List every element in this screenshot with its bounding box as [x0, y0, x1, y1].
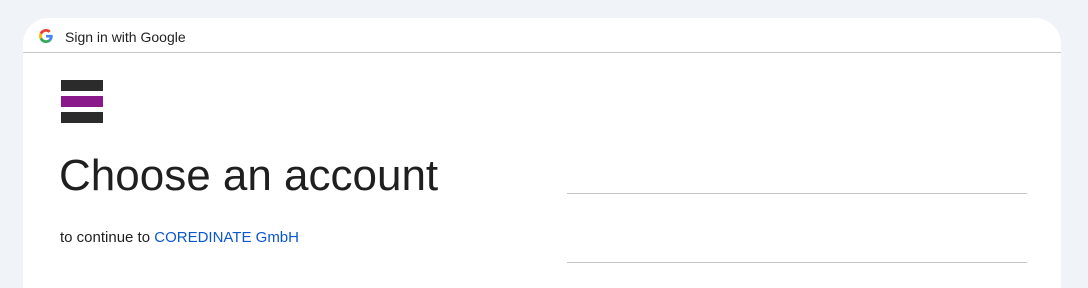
page-title: Choose an account [59, 151, 439, 200]
subtitle-prefix: to continue to [60, 229, 151, 246]
logo-bar-bottom [61, 112, 103, 123]
logo-bar-middle [61, 96, 103, 107]
coredinate-logo [61, 80, 103, 123]
logo-bar-top [61, 80, 103, 91]
account-list-divider [567, 262, 1027, 263]
subtitle: to continue to COREDINATE GmbH [60, 229, 299, 247]
header-title: Sign in with Google [65, 29, 186, 45]
account-list-divider-top [567, 193, 1027, 194]
sign-in-card: Sign in with Google Choose an account to… [23, 18, 1061, 288]
card-header: Sign in with Google [23, 18, 1061, 53]
google-g-icon [39, 29, 53, 43]
app-name-link[interactable]: COREDINATE GmbH [154, 229, 299, 246]
